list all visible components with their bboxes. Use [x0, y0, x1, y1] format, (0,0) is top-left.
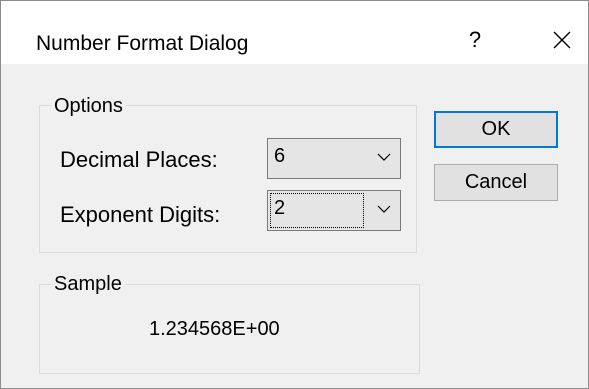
title-bar[interactable]: Number Format Dialog ? [1, 1, 588, 64]
decimal-places-label: Decimal Places: [60, 147, 218, 172]
sample-group-label: Sample [51, 273, 125, 296]
number-format-dialog: Number Format Dialog ? Options Decimal P… [0, 0, 589, 389]
ok-button[interactable]: OK [434, 111, 558, 148]
exponent-digits-dropdown[interactable]: 2 [267, 190, 401, 231]
sample-value: 1.234568E+00 [149, 318, 280, 340]
close-button[interactable] [536, 17, 588, 63]
chevron-down-icon [377, 153, 391, 161]
close-icon [553, 31, 571, 49]
cancel-button[interactable]: Cancel [434, 164, 558, 201]
exponent-digits-label: Exponent Digits: [60, 202, 221, 227]
decimal-places-value: 6 [274, 145, 286, 167]
window-title: Number Format Dialog [36, 32, 249, 55]
options-group-label: Options [51, 95, 126, 118]
decimal-places-dropdown[interactable]: 6 [267, 138, 401, 179]
help-button[interactable]: ? [447, 17, 503, 63]
chevron-down-icon [377, 205, 391, 213]
exponent-digits-value: 2 [274, 197, 286, 219]
